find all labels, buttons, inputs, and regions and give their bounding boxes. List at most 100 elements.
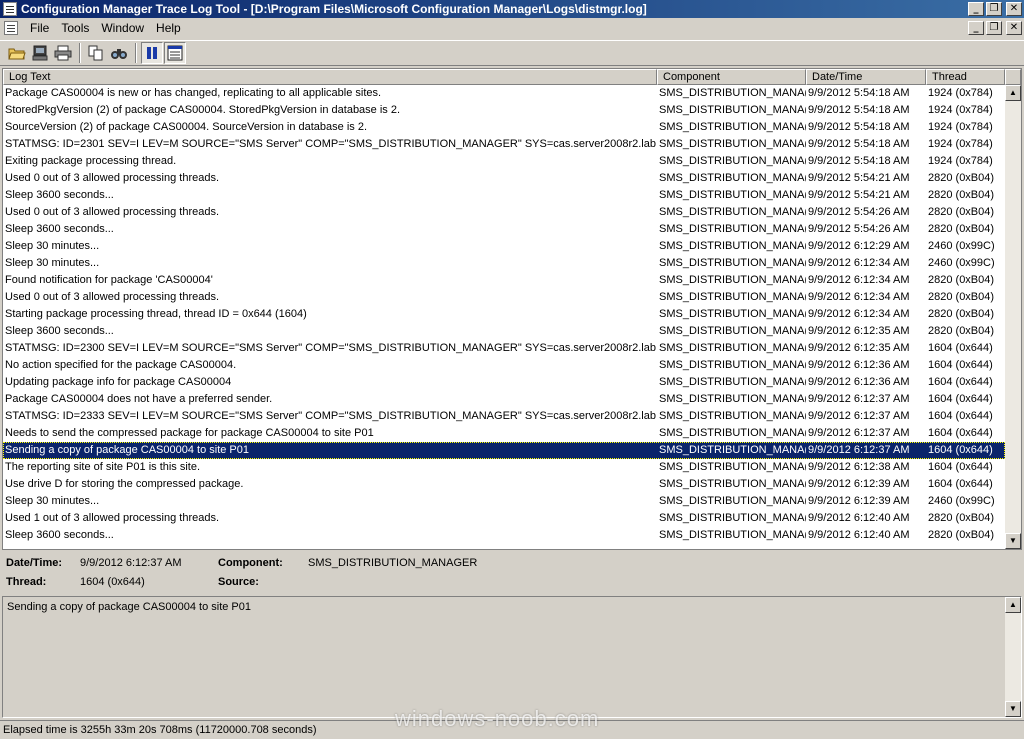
thread-cell: 2460 (0x99C): [928, 495, 995, 507]
log-text-cell: Sleep 30 minutes...: [5, 257, 100, 269]
component-cell: SMS_DISTRIBUTION_MANA(: [659, 223, 806, 235]
log-list[interactable]: Log Text Component Date/Time Thread Pack…: [2, 68, 1022, 550]
find-button[interactable]: [108, 42, 130, 64]
table-row[interactable]: Used 0 out of 3 allowed processing threa…: [3, 289, 1005, 306]
table-row[interactable]: No action specified for the package CAS0…: [3, 357, 1005, 374]
close-button[interactable]: ✕: [1006, 2, 1022, 16]
log-text-cell: Exiting package processing thread.: [5, 155, 177, 167]
scroll-thumb[interactable]: [1005, 101, 1021, 533]
table-row[interactable]: Needs to send the compressed package for…: [3, 425, 1005, 442]
table-row[interactable]: Found notification for package 'CAS00004…: [3, 272, 1005, 289]
log-text-cell: Sleep 3600 seconds...: [5, 529, 114, 541]
pause-button[interactable]: [141, 42, 163, 64]
table-row[interactable]: STATMSG: ID=2301 SEV=I LEV=M SOURCE="SMS…: [3, 136, 1005, 153]
thread-cell: 1924 (0x784): [928, 87, 993, 99]
table-row[interactable]: STATMSG: ID=2300 SEV=I LEV=M SOURCE="SMS…: [3, 340, 1005, 357]
table-row[interactable]: Used 1 out of 3 allowed processing threa…: [3, 510, 1005, 527]
thread-cell: 1604 (0x644): [928, 410, 993, 422]
details-pane-button[interactable]: [164, 42, 186, 64]
message-scroll-down-button[interactable]: ▼: [1005, 701, 1021, 717]
table-row[interactable]: StoredPkgVersion (2) of package CAS00004…: [3, 102, 1005, 119]
copy-button[interactable]: [85, 42, 107, 64]
table-row[interactable]: Sleep 3600 seconds... SMS_DISTRIBUTION_MA…: [3, 187, 1005, 204]
component-cell: SMS_DISTRIBUTION_MANA(: [659, 121, 806, 133]
column-header-datetime[interactable]: Date/Time: [806, 69, 926, 85]
table-row[interactable]: The reporting site of site P01 is this s…: [3, 459, 1005, 476]
log-text-cell: Sending a copy of package CAS00004 to si…: [5, 444, 250, 456]
table-row[interactable]: STATMSG: ID=2333 SEV=I LEV=M SOURCE="SMS…: [3, 408, 1005, 425]
thread-cell: 2820 (0xB04): [928, 308, 995, 320]
scroll-down-button[interactable]: ▼: [1005, 533, 1021, 549]
column-header-component[interactable]: Component: [657, 69, 806, 85]
toolbar: [0, 40, 1024, 66]
document-icon[interactable]: [4, 21, 18, 35]
source-label: Source:: [218, 576, 259, 588]
table-row[interactable]: Sleep 30 minutes... SMS_DISTRIBUTION_MANA…: [3, 255, 1005, 272]
table-row[interactable]: Sleep 3600 seconds... SMS_DISTRIBUTION_MA…: [3, 221, 1005, 238]
component-cell: SMS_DISTRIBUTION_MANA(: [659, 189, 806, 201]
column-header-log-text[interactable]: Log Text: [3, 69, 657, 85]
datetime-cell: 9/9/2012 6:12:34 AM: [808, 257, 910, 269]
component-cell: SMS_DISTRIBUTION_MANA(: [659, 512, 806, 524]
table-row[interactable]: Package CAS00004 does not have a preferr…: [3, 391, 1005, 408]
app-icon[interactable]: [3, 2, 17, 16]
menu-window[interactable]: Window: [95, 21, 150, 35]
thread-cell: 1924 (0x784): [928, 104, 993, 116]
table-row[interactable]: Sleep 30 minutes... SMS_DISTRIBUTION_MANA…: [3, 493, 1005, 510]
minimize-button[interactable]: _: [968, 2, 984, 16]
computer-icon: [32, 45, 48, 61]
component-cell: SMS_DISTRIBUTION_MANA(: [659, 410, 806, 422]
message-text-area[interactable]: Sending a copy of package CAS00004 to si…: [2, 596, 1022, 718]
print-icon: [54, 45, 72, 61]
scroll-up-button[interactable]: ▲: [1005, 85, 1021, 101]
table-row[interactable]: Sleep 30 minutes... SMS_DISTRIBUTION_MANA…: [3, 238, 1005, 255]
log-list-scrollbar[interactable]: ▲ ▼: [1005, 85, 1021, 549]
table-row-selected[interactable]: Sending a copy of package CAS00004 to si…: [3, 442, 1005, 459]
menu-bar: File Tools Window Help _ ❐ ✕: [0, 18, 1024, 38]
menu-tools[interactable]: Tools: [55, 21, 95, 35]
component-cell: SMS_DISTRIBUTION_MANA(: [659, 376, 806, 388]
table-row[interactable]: Sleep 3600 seconds... SMS_DISTRIBUTION_MA…: [3, 527, 1005, 544]
print-button[interactable]: [52, 42, 74, 64]
datetime-cell: 9/9/2012 6:12:40 AM: [808, 512, 910, 524]
table-row[interactable]: Sleep 3600 seconds... SMS_DISTRIBUTION_MA…: [3, 323, 1005, 340]
datetime-cell: 9/9/2012 6:12:35 AM: [808, 342, 910, 354]
thread-cell: 1924 (0x784): [928, 155, 993, 167]
component-value: SMS_DISTRIBUTION_MANAGER: [308, 557, 478, 569]
datetime-cell: 9/9/2012 5:54:26 AM: [808, 223, 910, 235]
thread-value: 1604 (0x644): [80, 576, 145, 588]
datetime-cell: 9/9/2012 5:54:18 AM: [808, 121, 910, 133]
menu-help[interactable]: Help: [150, 21, 187, 35]
datetime-cell: 9/9/2012 5:54:18 AM: [808, 87, 910, 99]
table-row[interactable]: Starting package processing thread, thre…: [3, 306, 1005, 323]
component-cell: SMS_DISTRIBUTION_MANA(: [659, 155, 806, 167]
table-row[interactable]: Used 0 out of 3 allowed processing threa…: [3, 204, 1005, 221]
message-scroll-up-button[interactable]: ▲: [1005, 597, 1021, 613]
log-text-cell: The reporting site of site P01 is this s…: [5, 461, 201, 473]
watermark: windows-noob.com: [395, 706, 600, 731]
table-row[interactable]: Package CAS00004 is new or has changed, …: [3, 85, 1005, 102]
component-cell: SMS_DISTRIBUTION_MANA(: [659, 274, 806, 286]
column-header-thread[interactable]: Thread: [926, 69, 1005, 85]
table-row[interactable]: Updating package info for package CAS000…: [3, 374, 1005, 391]
open-button[interactable]: [6, 42, 28, 64]
message-scrollbar[interactable]: ▲ ▼: [1005, 597, 1021, 717]
child-restore-button[interactable]: ❐: [986, 21, 1002, 35]
table-row[interactable]: Used 0 out of 3 allowed processing threa…: [3, 170, 1005, 187]
log-text-cell: No action specified for the package CAS0…: [5, 359, 237, 371]
component-cell: SMS_DISTRIBUTION_MANA(: [659, 529, 806, 541]
table-row[interactable]: Use drive D for storing the compressed p…: [3, 476, 1005, 493]
details-pane-icon: [167, 45, 183, 61]
component-label: Component:: [218, 557, 283, 569]
datetime-cell: 9/9/2012 5:54:18 AM: [808, 104, 910, 116]
table-row[interactable]: Exiting package processing thread. SMS_DI…: [3, 153, 1005, 170]
open-remote-button[interactable]: [29, 42, 51, 64]
restore-button[interactable]: ❐: [986, 2, 1002, 16]
log-text-cell: Updating package info for package CAS000…: [5, 376, 232, 388]
thread-cell: 2820 (0xB04): [928, 189, 995, 201]
child-minimize-button[interactable]: _: [968, 21, 984, 35]
table-row[interactable]: SourceVersion (2) of package CAS00004. S…: [3, 119, 1005, 136]
menu-file[interactable]: File: [24, 21, 55, 35]
child-close-button[interactable]: ✕: [1006, 21, 1022, 35]
log-text-cell: Used 0 out of 3 allowed processing threa…: [5, 291, 220, 303]
